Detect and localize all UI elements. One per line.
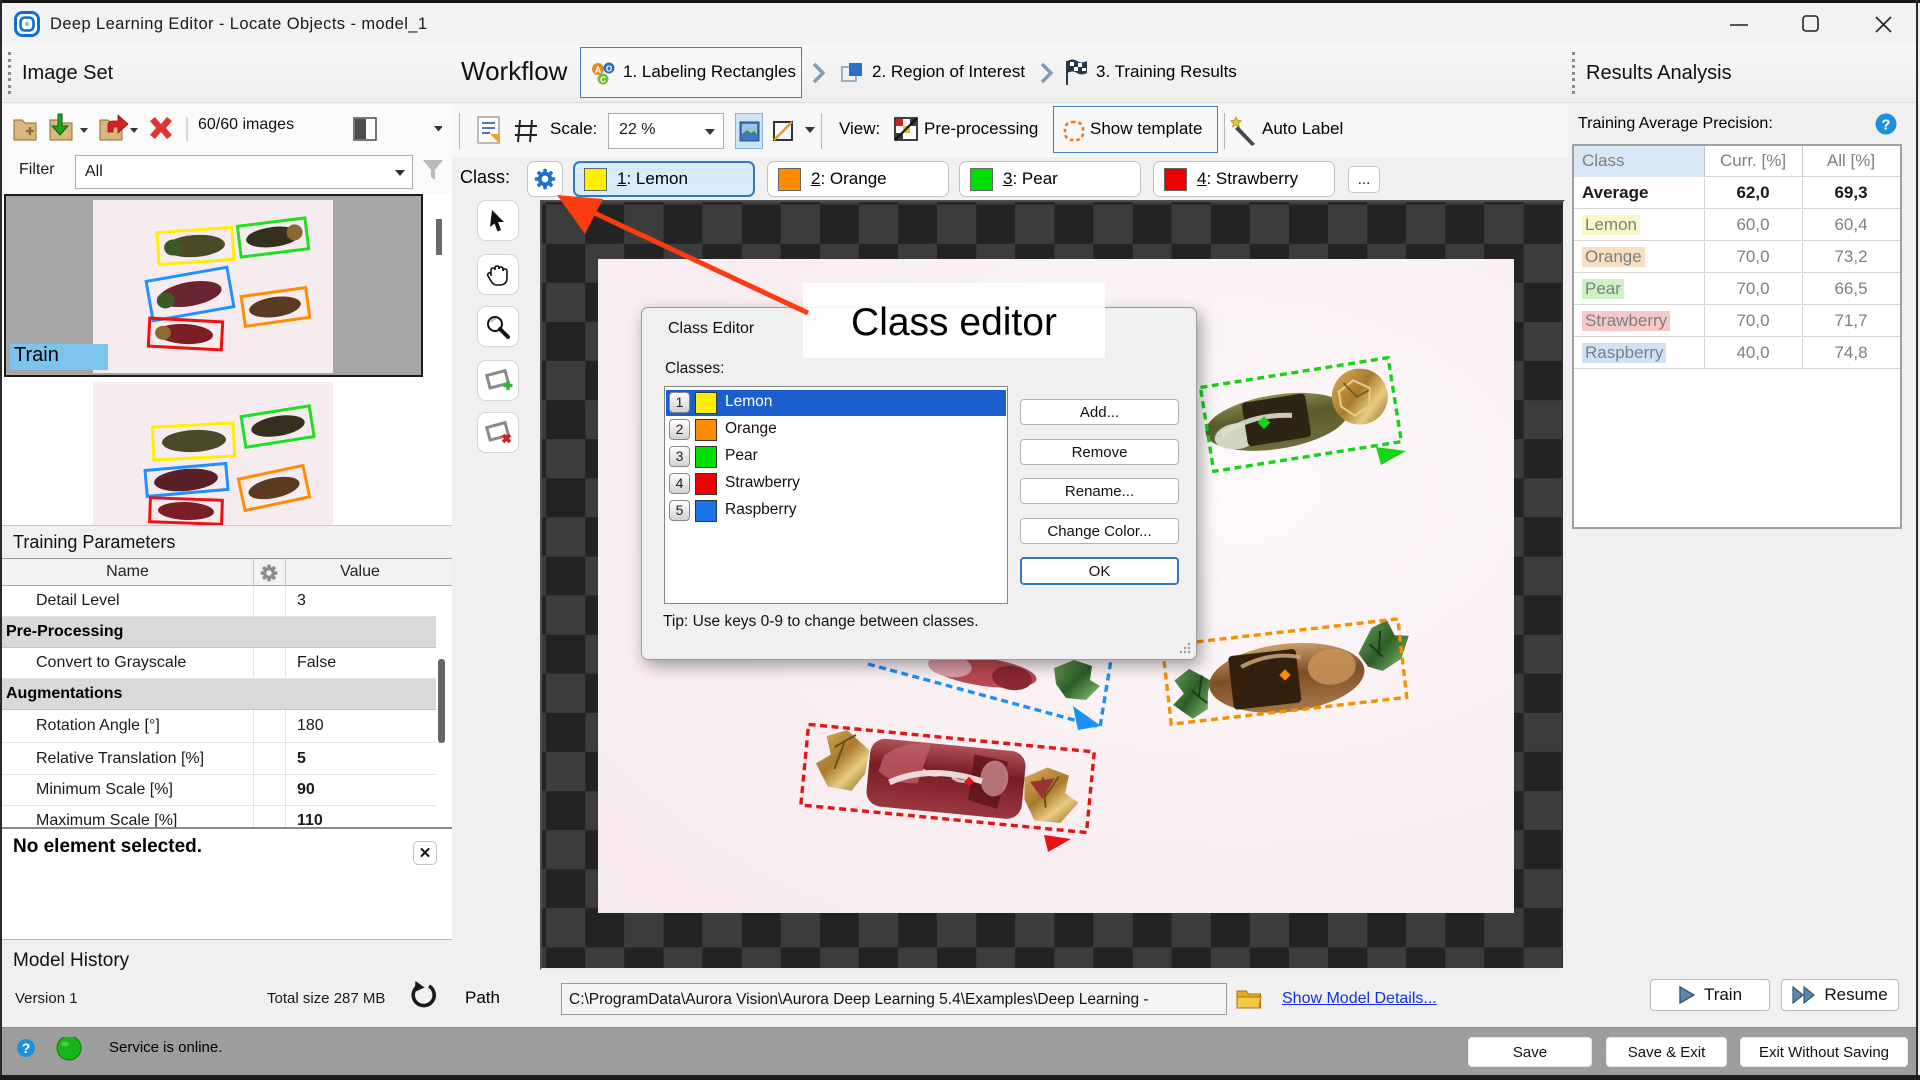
svg-text:O: O	[606, 65, 612, 74]
svg-text:A: A	[595, 65, 602, 75]
svg-text:?: ?	[1881, 117, 1890, 134]
svg-text:?: ?	[22, 1040, 31, 1056]
svg-text:C: C	[600, 76, 606, 85]
